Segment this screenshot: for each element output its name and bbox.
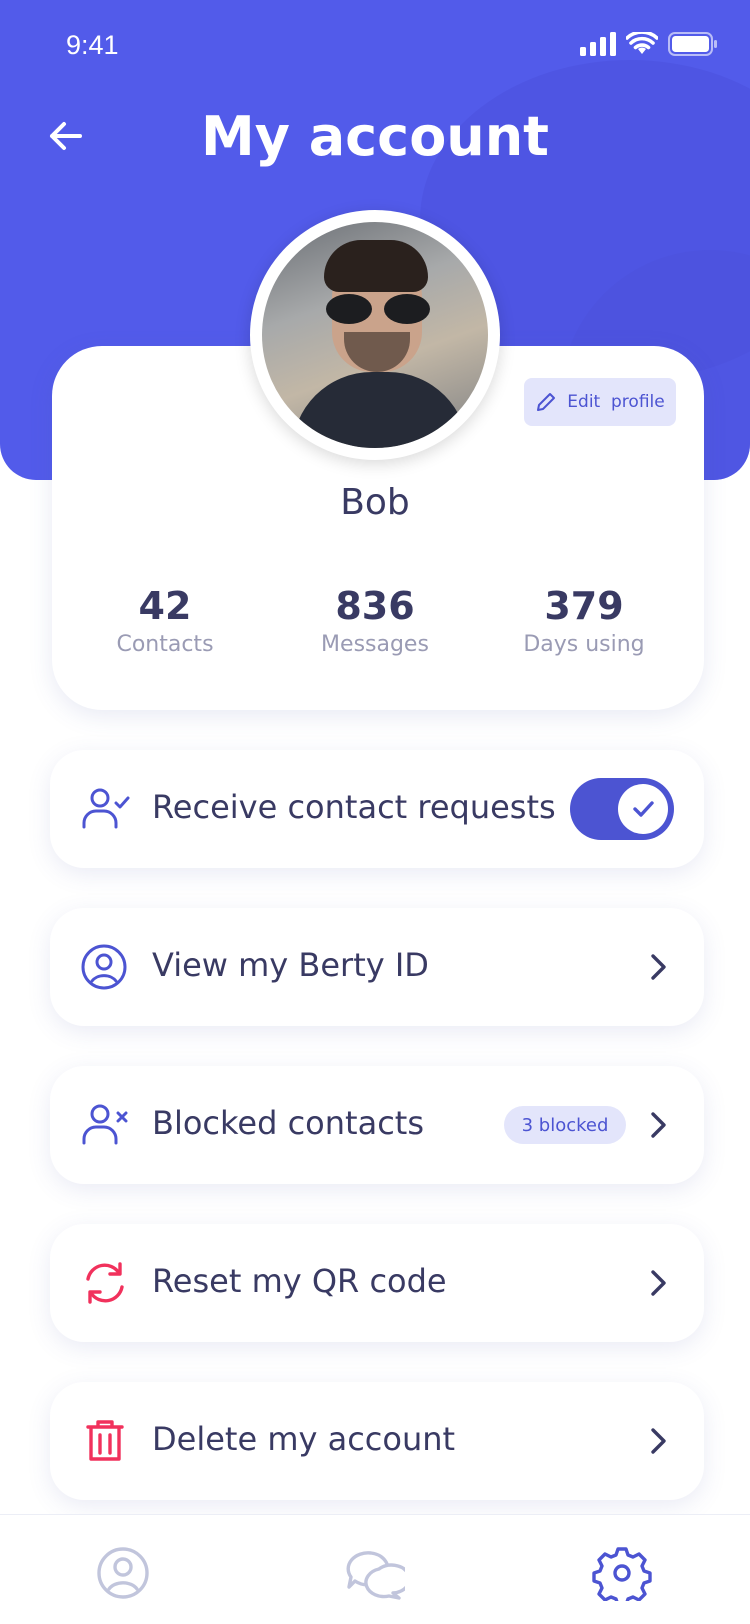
chevron-right-icon [651, 1428, 666, 1454]
page-title: My account [201, 105, 549, 168]
nav-chat[interactable] [345, 1545, 412, 1601]
toggle-knob [618, 784, 668, 834]
trash-icon [86, 1420, 124, 1461]
avatar[interactable] [262, 222, 488, 448]
blocked-count-badge: 3 blocked [504, 1106, 626, 1144]
chat-icon [346, 1551, 412, 1600]
user-name: Bob [340, 482, 410, 523]
check-icon [633, 801, 654, 817]
stat-contacts: 42 Contacts [65, 584, 265, 657]
stat-value: 379 [544, 584, 624, 628]
stat-label: Days using [523, 632, 645, 657]
stat-days-using: 379 Days using [484, 584, 684, 657]
setting-view-berty-id[interactable]: View my Berty ID [50, 908, 704, 1026]
setting-label: View my Berty ID [152, 946, 429, 984]
user-x-icon [82, 1104, 128, 1145]
chevron-right-icon [651, 954, 666, 980]
nav-settings[interactable] [592, 1545, 652, 1607]
signal-icon [580, 32, 616, 56]
refresh-icon [86, 1262, 124, 1304]
bottom-navigation [0, 1514, 750, 1624]
setting-label: Receive contact requests [152, 788, 556, 826]
battery-icon [668, 32, 717, 56]
contact-requests-toggle[interactable] [570, 778, 674, 840]
status-time: 9:41 [66, 30, 119, 60]
setting-blocked-contacts[interactable]: Blocked contacts 3 blocked [50, 1066, 704, 1184]
wifi-icon [626, 32, 658, 54]
settings-icon [592, 1547, 652, 1607]
stat-label: Messages [321, 632, 429, 657]
nav-contacts[interactable] [93, 1545, 153, 1601]
user-check-icon [82, 788, 130, 829]
status-icons [580, 32, 718, 56]
user-circle-icon [81, 944, 127, 990]
setting-label: Reset my QR code [152, 1262, 447, 1300]
chevron-right-icon [651, 1270, 666, 1296]
setting-label: Blocked contacts [152, 1104, 424, 1142]
avatar-hair [324, 240, 428, 292]
setting-label: Delete my account [152, 1420, 456, 1458]
stat-label: Contacts [116, 632, 214, 657]
chevron-right-icon [651, 1112, 666, 1138]
setting-delete-account[interactable]: Delete my account [50, 1382, 704, 1500]
setting-reset-qr-code[interactable]: Reset my QR code [50, 1224, 704, 1342]
edit-profile-button[interactable]: Edit profile [524, 378, 676, 426]
avatar-shirt [292, 372, 468, 448]
stat-value: 42 [138, 584, 192, 628]
avatar-glasses [326, 294, 430, 324]
stat-value: 836 [335, 584, 415, 628]
setting-receive-contact-requests: Receive contact requests [50, 750, 704, 868]
stat-messages: 836 Messages [275, 584, 475, 657]
pencil-icon [537, 393, 556, 411]
contacts-icon [97, 1547, 149, 1599]
edit-profile-label: Edit profile [567, 392, 665, 412]
